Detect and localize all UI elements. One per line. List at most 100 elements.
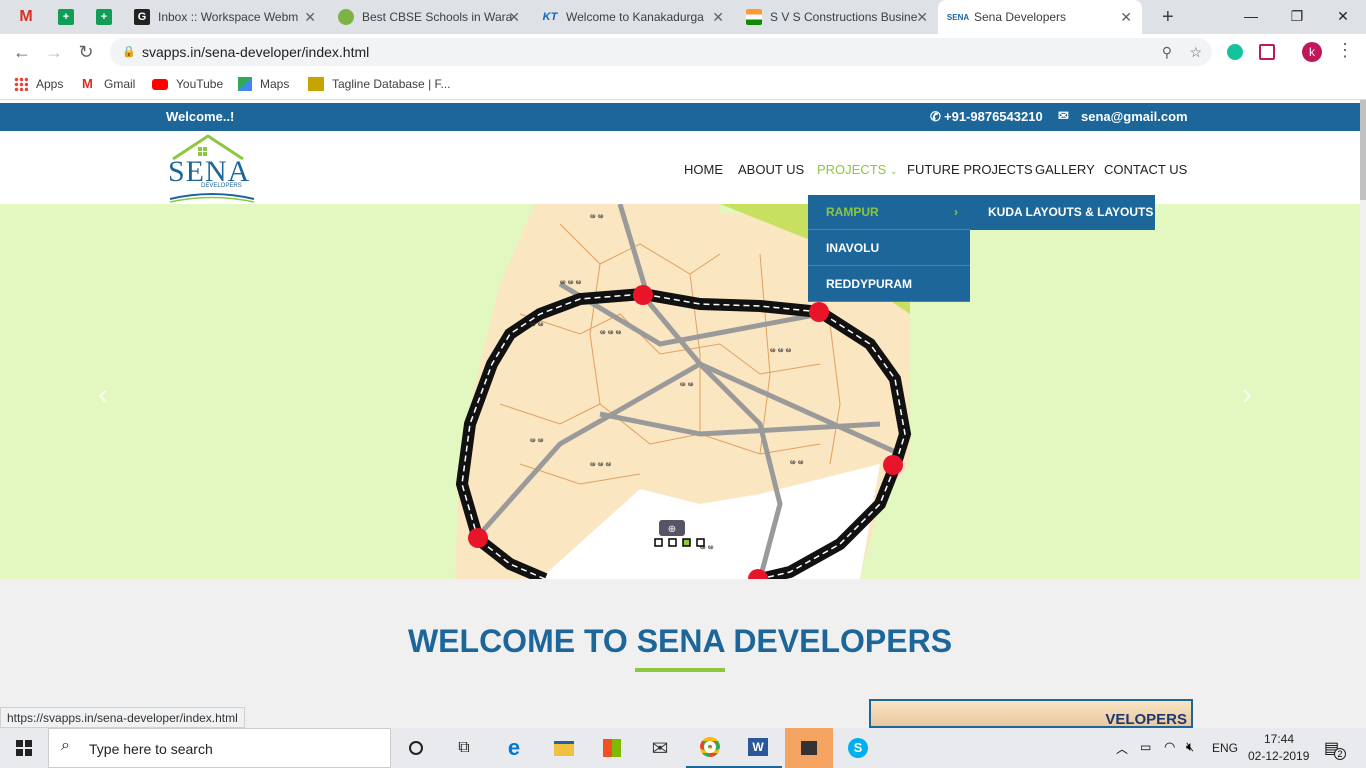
back-icon[interactable]: ← <box>10 40 34 64</box>
youtube-icon <box>152 78 168 90</box>
bookmark-maps[interactable]: Maps <box>238 77 289 91</box>
logo-swoosh <box>169 193 255 203</box>
taskbar: ⌕ Type here to search ⧉ e ✉ W S ︿ ▭ ◠ 🔇︎… <box>0 728 1366 768</box>
nav-contact[interactable]: CONTACT US <box>1104 162 1187 177</box>
chrome-icon[interactable] <box>686 728 734 768</box>
maximize-icon[interactable]: ❐ <box>1274 0 1320 32</box>
dropdown-reddypuram[interactable]: REDDYPURAM <box>808 267 970 302</box>
url-text: svapps.in/sena-developer/index.html <box>142 44 370 60</box>
svg-text:అ అ: అ అ <box>790 458 804 466</box>
menu-icon[interactable]: ⋮ <box>1336 40 1354 61</box>
gmail-icon: M <box>82 76 93 91</box>
reload-icon[interactable]: ↻ <box>74 40 98 64</box>
tab-sheets-2[interactable]: + <box>84 0 122 34</box>
close-icon[interactable]: ✕ <box>712 9 724 26</box>
sheets-icon: + <box>58 9 74 25</box>
zoom-icon[interactable]: ⚲ <box>1162 38 1172 66</box>
tab-title: Best CBSE Schools in Wara <box>362 10 512 24</box>
tab-kanakadurga[interactable]: KT Welcome to Kanakadurga ✕ <box>530 0 734 34</box>
taskbar-search[interactable]: ⌕ Type here to search <box>48 728 391 768</box>
windows-start-icon[interactable] <box>0 728 48 768</box>
tab-cbse[interactable]: Best CBSE Schools in Wara ✕ <box>326 0 530 34</box>
scrollbar[interactable] <box>1360 100 1366 728</box>
dropdown-label: RAMPUR <box>826 205 879 219</box>
edge-icon[interactable]: e <box>490 728 538 768</box>
skype-icon[interactable]: S <box>834 728 882 768</box>
close-icon[interactable]: ✕ <box>508 9 520 26</box>
tab-sena[interactable]: SENA Sena Developers ✕ <box>938 0 1142 34</box>
email-link[interactable]: sena@gmail.com <box>1081 109 1188 124</box>
bookmark-youtube[interactable]: YouTube <box>152 77 223 91</box>
flag-icon <box>746 9 762 25</box>
close-icon[interactable]: ✕ <box>304 9 316 26</box>
forward-icon[interactable]: → <box>42 40 66 64</box>
bookmark-label: YouTube <box>176 77 224 91</box>
bookmark-apps[interactable]: Apps <box>14 77 63 91</box>
close-icon[interactable]: ✕ <box>916 9 928 26</box>
bookmark-label: Maps <box>260 77 290 91</box>
word-icon[interactable]: W <box>734 728 782 768</box>
cortana-icon[interactable] <box>392 728 440 768</box>
svg-text:అ అ అ: అ అ అ <box>590 460 612 468</box>
nav-projects-label: PROJECTS <box>817 162 887 177</box>
volume-mute-icon[interactable]: 🔇︎ <box>1186 739 1194 755</box>
welcome-heading: WELCOME TO SENA DEVELOPERS <box>407 623 953 659</box>
close-icon[interactable]: ✕ <box>1120 9 1132 26</box>
nav-future-projects[interactable]: FUTURE PROJECTS <box>907 162 1033 177</box>
grammarly-icon[interactable] <box>1227 44 1243 60</box>
clock-date[interactable]: 02-12-2019 <box>1248 749 1309 763</box>
phone-number[interactable]: +91-9876543210 <box>944 109 1043 124</box>
dropdown-rampur[interactable]: RAMPUR › <box>808 195 970 230</box>
tab-gmail[interactable]: M <box>6 0 46 34</box>
extension-icon[interactable] <box>1259 44 1275 60</box>
close-window-icon[interactable]: ✕ <box>1320 0 1366 32</box>
apps-grid-icon <box>14 77 28 91</box>
welcome-text: Welcome..! <box>166 109 235 124</box>
next-slide-icon[interactable]: › <box>1242 378 1252 412</box>
nav-gallery[interactable]: GALLERY <box>1035 162 1095 177</box>
nav-about[interactable]: ABOUT US <box>738 162 804 177</box>
tab-sheets-1[interactable]: + <box>46 0 84 34</box>
svg-text:అ అ: అ అ <box>680 380 694 388</box>
tab-svs[interactable]: S V S Constructions Busine ✕ <box>734 0 938 34</box>
chevron-up-icon[interactable]: ︿ <box>1116 740 1128 757</box>
nav-home[interactable]: HOME <box>684 162 723 177</box>
bookmark-label: Apps <box>36 77 64 91</box>
svg-text:అ అ: అ అ <box>700 543 714 551</box>
svg-text:అ అ అ: అ అ అ <box>770 346 792 354</box>
tab-title: Sena Developers <box>974 10 1067 24</box>
logo[interactable]: SENA DEVELOPERS <box>168 133 258 203</box>
svg-text:అ అ: అ అ <box>590 212 604 220</box>
mail-app-icon[interactable]: ✉ <box>636 728 684 768</box>
bookmark-tagline[interactable]: Tagline Database | F... <box>308 77 451 91</box>
prev-slide-icon[interactable]: ‹ <box>98 378 108 412</box>
sena-icon: SENA <box>946 12 970 22</box>
wifi-icon[interactable]: ◠ <box>1164 739 1175 755</box>
scrollbar-thumb[interactable] <box>1360 100 1366 200</box>
sticky-notes-icon[interactable] <box>785 728 833 768</box>
bookmark-gmail[interactable]: M Gmail <box>82 76 135 92</box>
nav-projects[interactable]: PROJECTS ⌄ <box>817 162 898 177</box>
star-icon[interactable]: ☆ <box>1189 38 1202 66</box>
phone-icon: ✆ <box>930 109 941 124</box>
language-indicator[interactable]: ENG <box>1212 741 1238 755</box>
minimize-icon[interactable]: — <box>1228 0 1274 32</box>
tab-title: Welcome to Kanakadurga <box>566 10 704 24</box>
file-explorer-icon[interactable] <box>540 728 588 768</box>
task-view-icon[interactable]: ⧉ <box>440 728 488 768</box>
tab-title: Inbox :: Workspace Webm <box>158 10 299 24</box>
welcome-section: WELCOME TO SENA DEVELOPERS VELOPERS <box>0 579 1360 728</box>
thumbnail-caption: VELOPERS <box>1105 711 1187 728</box>
address-bar[interactable]: 🔒 svapps.in/sena-developer/index.html ⚲ … <box>110 38 1212 66</box>
dropdown-inavolu[interactable]: INAVOLU <box>808 231 970 266</box>
sheets-icon: + <box>96 9 112 25</box>
store-icon[interactable] <box>588 728 636 768</box>
new-tab-button[interactable]: + <box>1150 0 1180 34</box>
submenu-kuda[interactable]: KUDA LAYOUTS & LAYOUTS <box>988 195 1153 230</box>
clock-time[interactable]: 17:44 <box>1264 732 1294 746</box>
g-icon: G <box>134 9 150 25</box>
chevron-down-icon: ⌄ <box>889 166 898 176</box>
tab-inbox[interactable]: G Inbox :: Workspace Webm ✕ <box>122 0 326 34</box>
battery-icon[interactable]: ▭ <box>1140 740 1151 754</box>
avatar[interactable]: k <box>1302 42 1322 62</box>
